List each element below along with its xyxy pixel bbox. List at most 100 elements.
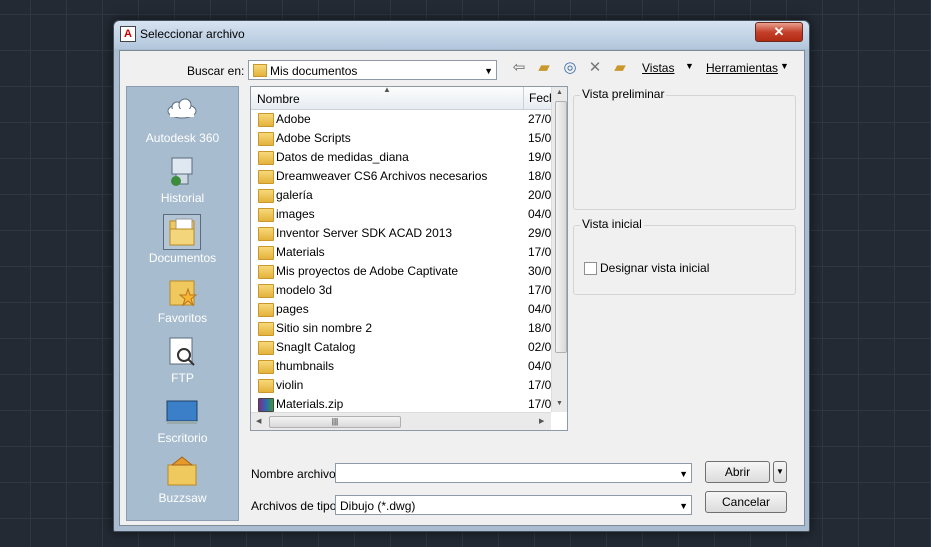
chevron-down-icon: ▼ [484, 66, 493, 76]
filename-input[interactable]: ▼ [335, 463, 692, 483]
place-historial[interactable]: Historial [127, 153, 238, 211]
file-name: pages [276, 302, 309, 316]
initial-view-checkbox[interactable] [584, 262, 597, 275]
file-name: Mis proyectos de Adobe Captivate [276, 264, 459, 278]
close-button[interactable]: ✕ [755, 22, 803, 42]
open-options-button[interactable]: ▼ [773, 461, 787, 483]
file-list-row[interactable]: modelo 3d 17/0 [251, 281, 551, 300]
scroll-thumb[interactable] [555, 101, 567, 353]
views-menu[interactable]: Vistas [642, 61, 674, 75]
vertical-scrollbar[interactable]: ▲ ▼ [551, 87, 567, 412]
folder-icon [258, 303, 274, 317]
folder-icon [258, 208, 274, 222]
column-name[interactable]: Nombre [257, 92, 300, 106]
filename-label: Nombre archivo: [251, 467, 340, 481]
file-list-row[interactable]: Adobe Scripts 15/0 [251, 129, 551, 148]
file-date: 18/0 [528, 169, 552, 183]
up-folder-icon[interactable]: ▰ [534, 58, 554, 78]
horizontal-scrollbar[interactable]: ◀ ||| ▶ [251, 412, 551, 430]
views-chevron-icon[interactable]: ▼ [685, 61, 694, 71]
zip-file-icon [258, 398, 274, 412]
file-list: ▲ Nombre Fech Adobe 27/0 Adobe Scripts 15/0… [250, 86, 568, 431]
place-escritorio[interactable]: Escritorio [127, 393, 238, 451]
folder-icon [258, 322, 274, 336]
file-list-row[interactable]: Mis proyectos de Adobe Captivate 30/0 [251, 262, 551, 281]
folder-icon [258, 113, 274, 127]
file-date: 04/0 [528, 302, 552, 316]
cancel-button[interactable]: Cancelar [705, 491, 787, 513]
back-icon[interactable]: ⇦ [509, 58, 529, 78]
ftp-icon [164, 335, 200, 369]
file-date: 15/0 [528, 131, 552, 145]
file-name: violin [276, 378, 304, 392]
lookin-value: Mis documentos [270, 64, 358, 78]
lookin-combo[interactable]: Mis documentos ▼ [248, 60, 497, 80]
file-name: Sitio sin nombre 2 [276, 321, 373, 335]
title-bar[interactable]: A Seleccionar archivo ✕ [114, 21, 809, 49]
file-date: 29/0 [528, 226, 552, 240]
file-list-row[interactable]: Adobe 27/0 [251, 110, 551, 129]
file-list-row[interactable]: Datos de medidas_diana 19/0 [251, 148, 551, 167]
open-button[interactable]: Abrir [705, 461, 770, 483]
desktop-icon [164, 395, 200, 429]
place-favoritos[interactable]: Favoritos [127, 273, 238, 331]
scroll-left-icon[interactable]: ◀ [256, 417, 261, 425]
file-date: 18/0 [528, 321, 552, 335]
place-label: Historial [160, 191, 205, 205]
favorites-folder-icon [164, 275, 200, 309]
file-list-row[interactable]: Dreamweaver CS6 Archivos necesarios 18/0 [251, 167, 551, 186]
place-ftp[interactable]: FTP [127, 333, 238, 391]
tools-chevron-icon[interactable]: ▼ [780, 61, 789, 71]
folder-icon [258, 189, 274, 203]
filetype-value: Dibujo (*.dwg) [340, 499, 416, 513]
autocad-app-icon: A [120, 26, 136, 42]
file-list-row[interactable]: SnagIt Catalog 02/0 [251, 338, 551, 357]
file-date: 17/0 [528, 378, 552, 392]
file-list-row[interactable]: violin 17/0 [251, 376, 551, 395]
dialog-body: Buscar en: Mis documentos ▼ ⇦ ▰ ◎ ✕ ▰ Vi… [119, 50, 805, 526]
file-list-row[interactable]: Sitio sin nombre 2 18/0 [251, 319, 551, 338]
folder-icon [258, 360, 274, 374]
place-buzzsaw[interactable]: Buzzsaw [127, 453, 238, 511]
documents-folder-icon [163, 214, 201, 250]
search-web-icon[interactable]: ◎ [560, 58, 580, 78]
file-list-row[interactable]: galería 20/0 [251, 186, 551, 205]
scroll-down-icon[interactable]: ▼ [556, 400, 563, 407]
file-list-row[interactable]: images 04/0 [251, 205, 551, 224]
place-documentos[interactable]: Documentos [127, 213, 238, 271]
file-name: Dreamweaver CS6 Archivos necesarios [276, 169, 488, 183]
place-label: Escritorio [157, 431, 208, 445]
folder-icon [258, 379, 274, 393]
folder-icon [258, 227, 274, 241]
file-list-row[interactable]: Inventor Server SDK ACAD 2013 29/0 [251, 224, 551, 243]
scroll-up-icon[interactable]: ▲ [556, 89, 563, 96]
file-date: 17/0 [528, 245, 552, 259]
file-name: Inventor Server SDK ACAD 2013 [276, 226, 453, 240]
filetype-select[interactable]: Dibujo (*.dwg) ▼ [335, 495, 692, 515]
cancel-label: Cancelar [721, 495, 771, 509]
preview-title: Vista preliminar [580, 87, 667, 101]
file-date: 04/0 [528, 359, 552, 373]
file-list-row[interactable]: pages 04/0 [251, 300, 551, 319]
folder-icon [258, 265, 274, 279]
new-folder-icon[interactable]: ▰ [610, 58, 630, 78]
file-list-row[interactable]: thumbnails 04/0 [251, 357, 551, 376]
file-name: thumbnails [276, 359, 335, 373]
file-list-row[interactable]: Materials 17/0 [251, 243, 551, 262]
scroll-thumb[interactable]: ||| [269, 416, 401, 428]
initial-view-checkbox-label: Designar vista inicial [600, 261, 710, 275]
sort-ascending-icon: ▲ [383, 86, 391, 94]
file-list-header: ▲ Nombre Fech [251, 86, 556, 110]
place-autodesk-360[interactable]: Autodesk 360 [127, 93, 238, 151]
tools-menu[interactable]: Herramientas [706, 61, 778, 75]
file-date: 19/0 [528, 150, 552, 164]
folder-icon [258, 341, 274, 355]
place-label: Autodesk 360 [145, 131, 220, 145]
delete-icon[interactable]: ✕ [585, 58, 605, 78]
folder-icon [258, 151, 274, 165]
filetype-label: Archivos de tipo: [251, 499, 340, 513]
lookin-label: Buscar en: [187, 64, 245, 78]
scroll-right-icon[interactable]: ▶ [539, 417, 544, 425]
chevron-down-icon[interactable]: ▼ [679, 469, 688, 479]
place-label: Documentos [148, 251, 217, 265]
